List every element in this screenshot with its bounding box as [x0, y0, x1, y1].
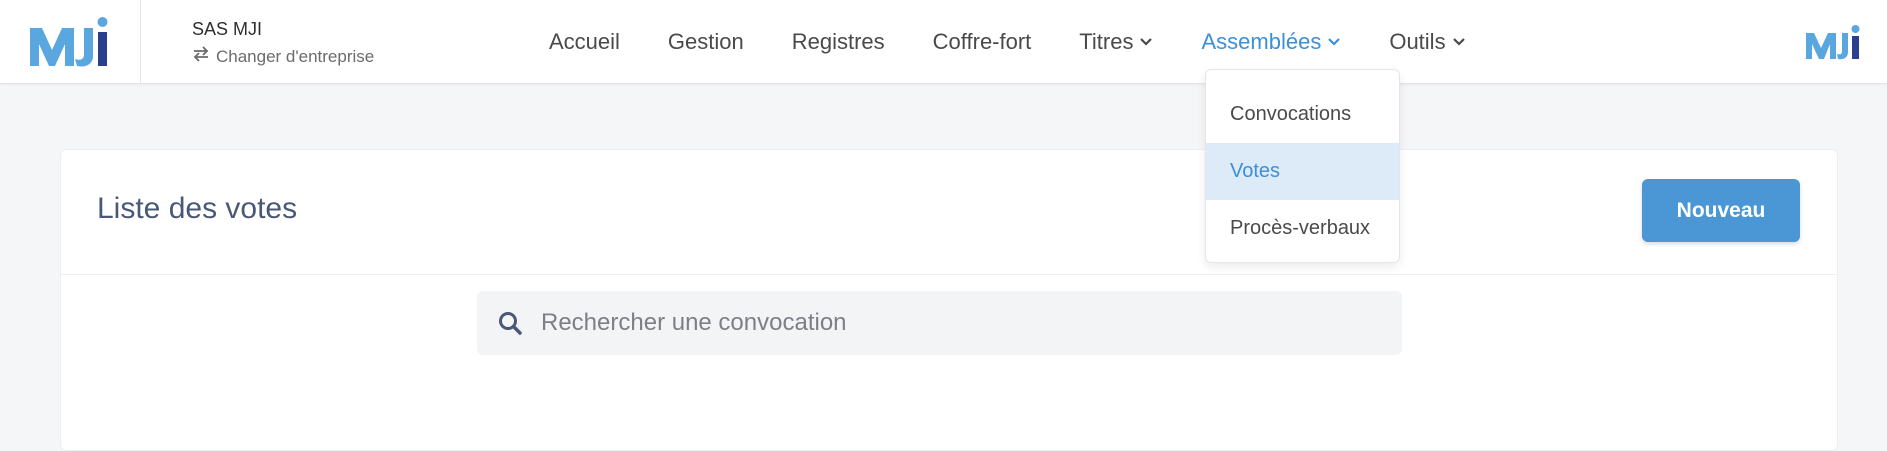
company-name: SAS MJI — [192, 19, 263, 39]
page-title: Liste des votes — [97, 192, 298, 225]
menu-item-proces-verbaux[interactable]: Procès-verbaux — [1206, 200, 1399, 257]
menu-item-votes[interactable]: Votes — [1206, 143, 1399, 200]
menu-item-convocations[interactable]: Convocations — [1206, 86, 1399, 143]
nav-item-label: Accueil — [549, 28, 620, 54]
change-company-label: Changer d'entreprise — [216, 46, 375, 66]
nav-item-accueil[interactable]: Accueil — [549, 29, 620, 55]
votes-card: Liste des votes Nouveau — [60, 149, 1838, 451]
mji-logo-icon — [30, 17, 108, 67]
nav-item-label: Registres — [791, 28, 885, 54]
nav-item-label: Assemblées — [1201, 28, 1322, 54]
nav-item-registres[interactable]: Registres — [792, 29, 885, 55]
mji-logo-icon — [1806, 25, 1860, 60]
chevron-down-icon — [1452, 37, 1466, 47]
search-icon — [497, 310, 523, 336]
chevron-down-icon — [1139, 37, 1153, 47]
search-bar — [477, 291, 1402, 355]
card-header: Liste des votes Nouveau — [61, 150, 1837, 275]
nav-item-label: Outils — [1389, 28, 1446, 54]
search-input[interactable] — [539, 308, 1363, 338]
nav-item-label: Coffre-fort — [932, 28, 1032, 54]
new-button[interactable]: Nouveau — [1642, 179, 1800, 242]
nav-item-gestion[interactable]: Gestion — [668, 29, 744, 55]
swap-arrows-icon — [192, 46, 210, 67]
change-company-link[interactable]: Changer d'entreprise — [192, 46, 374, 67]
nav-item-label: Gestion — [667, 28, 744, 54]
company-logo[interactable] — [28, 16, 112, 68]
top-navigation-bar: SAS MJI Changer d'entreprise Accueil Ges… — [0, 0, 1887, 84]
nav-item-assemblees[interactable]: Assemblées — [1201, 29, 1341, 55]
chevron-down-icon — [1327, 37, 1341, 47]
company-switcher: SAS MJI Changer d'entreprise — [192, 19, 374, 67]
header-divider — [140, 0, 141, 83]
nav-item-titres[interactable]: Titres — [1079, 29, 1153, 55]
nav-item-label: Titres — [1079, 28, 1134, 54]
assemblees-dropdown-menu: Convocations Votes Procès-verbaux — [1205, 69, 1400, 263]
brand-logo-right — [1805, 24, 1863, 60]
nav-item-coffre-fort[interactable]: Coffre-fort — [933, 29, 1032, 55]
nav-item-outils[interactable]: Outils — [1389, 29, 1465, 55]
